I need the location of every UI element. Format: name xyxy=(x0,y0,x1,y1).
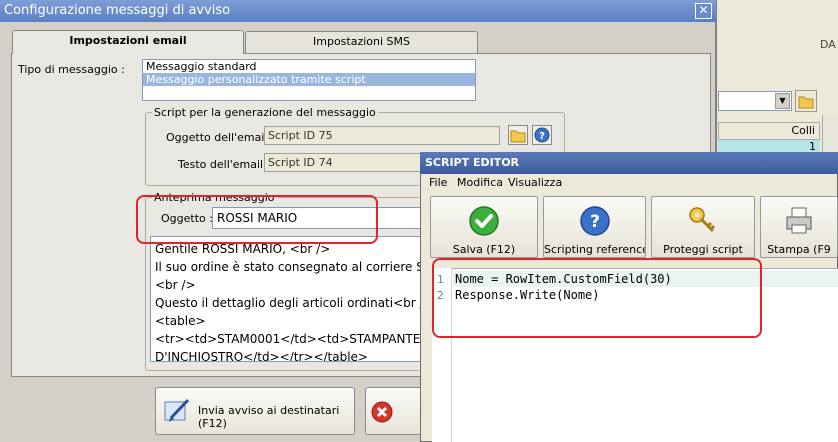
line-number: 1 xyxy=(437,273,444,286)
scripting-reference-button[interactable]: ? Scripting reference xyxy=(543,196,646,258)
menu-bar: File Modifica Visualizza xyxy=(421,174,838,192)
code-line[interactable]: Response.Write(Nome) xyxy=(455,288,600,302)
preview-line: Il suo ordine è stato consegnato al corr… xyxy=(155,260,422,274)
grid-column-header[interactable]: Colli xyxy=(718,122,820,140)
email-subject-label: Oggetto dell'email : xyxy=(166,131,275,144)
script-group-legend: Script per la generazione del messaggio xyxy=(154,106,376,119)
list-item-custom-script[interactable]: Messaggio personalizzato tramite script xyxy=(143,73,475,86)
preview-line: <br /> xyxy=(155,278,196,292)
menu-modifica[interactable]: Modifica xyxy=(457,174,503,192)
preview-line: D'INCHIOSTRO</td></tr></table> xyxy=(155,350,368,362)
key-icon xyxy=(689,207,716,233)
preview-body[interactable]: Gentile ROSSI MARIO, <br /> Il suo ordin… xyxy=(150,236,422,362)
help-icon: ? xyxy=(534,127,550,143)
close-icon[interactable]: ✕ xyxy=(695,3,712,19)
script-editor-title: SCRIPT EDITOR xyxy=(420,152,838,174)
message-type-list[interactable]: Messaggio standard Messaggio personalizz… xyxy=(142,59,476,101)
cancel-icon xyxy=(371,401,393,423)
message-type-label: Tipo di messaggio : xyxy=(18,63,125,76)
svg-text:?: ? xyxy=(590,212,600,232)
preview-subject-label: Oggetto : xyxy=(161,212,213,225)
check-icon xyxy=(469,206,499,236)
menu-visualizza[interactable]: Visualizza xyxy=(508,174,562,192)
protect-script-label: Proteggi script xyxy=(663,243,743,256)
email-subject-script-field[interactable]: Script ID 75 xyxy=(264,126,500,145)
protect-script-button[interactable]: Proteggi script xyxy=(651,196,755,258)
save-button-label: Salva (F12) xyxy=(452,243,516,256)
cancel-button[interactable] xyxy=(365,387,423,435)
menu-file[interactable]: File xyxy=(429,174,447,192)
preview-line: Questo il dettaglio degli articoli ordin… xyxy=(155,296,422,310)
folder-icon xyxy=(798,96,814,109)
browse-script-button[interactable] xyxy=(508,125,528,145)
background-partial-text: DA xyxy=(820,38,836,51)
tab-sms-settings[interactable]: Impostazioni SMS xyxy=(245,31,478,53)
list-item-standard[interactable]: Messaggio standard xyxy=(143,60,475,73)
preview-group-legend: Anteprima messaggio xyxy=(154,191,275,204)
tab-email-settings[interactable]: Impostazioni email xyxy=(12,30,244,54)
background-combo[interactable]: ▼ xyxy=(718,91,792,111)
pen-icon xyxy=(164,398,190,422)
background-folder-button[interactable] xyxy=(795,90,817,112)
folder-icon xyxy=(510,130,526,143)
save-button[interactable]: Salva (F12) xyxy=(430,196,538,258)
preview-subject-field[interactable]: ROSSI MARIO xyxy=(212,207,422,229)
code-line[interactable]: Nome = RowItem.CustomField(30) xyxy=(455,272,672,286)
send-button-label: Invia avviso ai destinatari (F12) xyxy=(198,404,340,430)
preview-line: Gentile ROSSI MARIO, <br /> xyxy=(155,242,331,256)
print-button-label: Stampa (F9 xyxy=(767,243,831,256)
preview-line: <tr><td>STAM0001</td><td>STAMPANTE E xyxy=(155,332,422,346)
line-number: 2 xyxy=(437,289,444,302)
chevron-down-icon[interactable]: ▼ xyxy=(775,93,790,109)
scripting-reference-label: Scripting reference xyxy=(544,243,645,256)
dialog-title: Configurazione messaggi di avviso xyxy=(0,0,716,22)
script-help-button[interactable]: ? xyxy=(532,125,552,145)
help-icon: ? xyxy=(579,206,610,236)
svg-text:?: ? xyxy=(539,131,545,142)
grid-scrollbar[interactable] xyxy=(822,115,838,155)
send-notification-button[interactable]: Invia avviso ai destinatari (F12) xyxy=(155,387,355,435)
print-button[interactable]: Stampa (F9 xyxy=(760,196,838,258)
preview-line: <table> xyxy=(155,314,206,328)
printer-icon xyxy=(786,207,812,234)
email-body-label: Testo dell'email : xyxy=(178,158,271,171)
